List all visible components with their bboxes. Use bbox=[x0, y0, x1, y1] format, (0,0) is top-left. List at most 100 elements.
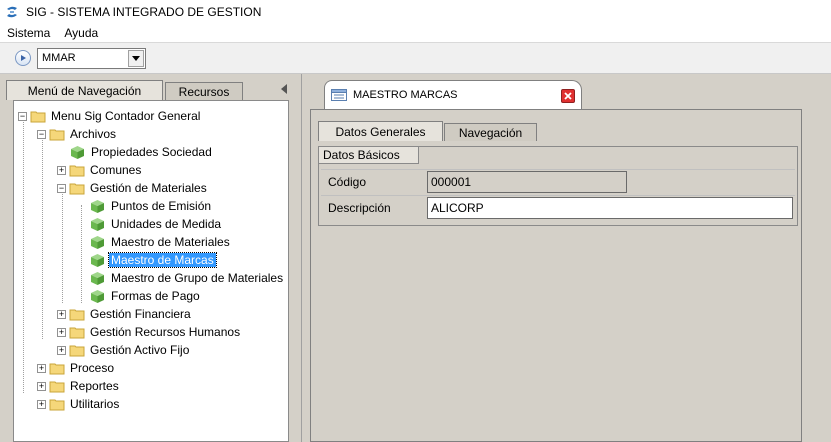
tree-label: Archivos bbox=[70, 127, 117, 141]
tree-node-utilitarios[interactable]: + Utilitarios bbox=[37, 395, 121, 413]
tree-label-selected: Maestro de Marcas bbox=[108, 252, 217, 268]
window-title: SIG - SISTEMA INTEGRADO DE GESTION bbox=[26, 4, 262, 19]
tree-label: Reportes bbox=[70, 379, 119, 393]
tree-label: Formas de Pago bbox=[111, 289, 200, 303]
navigation-tree[interactable]: − Menu Sig Contador General − Archivos P… bbox=[13, 100, 289, 442]
folder-icon bbox=[49, 399, 65, 410]
chevron-down-icon bbox=[132, 55, 140, 61]
tree-node-comunes[interactable]: + Comunes bbox=[57, 161, 143, 179]
tree-line bbox=[81, 205, 82, 303]
document-content: Datos Generales Navegación Datos Básicos… bbox=[310, 109, 802, 442]
tree-label: Propiedades Sociedad bbox=[91, 145, 212, 159]
cube-icon bbox=[71, 145, 84, 159]
expand-icon[interactable]: + bbox=[57, 165, 66, 175]
tree-line bbox=[23, 115, 24, 393]
document-tab-title: MAESTRO MARCAS bbox=[353, 89, 458, 101]
close-tab-button[interactable] bbox=[561, 89, 575, 103]
cube-icon bbox=[91, 271, 104, 285]
combo-dropdown-button[interactable] bbox=[128, 49, 144, 67]
folder-icon bbox=[49, 363, 65, 374]
menu-ayuda[interactable]: Ayuda bbox=[57, 26, 105, 40]
collapse-icon[interactable]: − bbox=[18, 111, 27, 121]
code-field[interactable]: 000001 bbox=[427, 171, 627, 193]
form-icon bbox=[331, 89, 347, 101]
tree-node-maestro-materiales[interactable]: Maestro de Materiales bbox=[90, 233, 232, 251]
tree-node-reportes[interactable]: + Reportes bbox=[37, 377, 121, 395]
folder-open-icon bbox=[30, 111, 46, 122]
tab-datos-generales[interactable]: Datos Generales bbox=[318, 121, 443, 141]
tree-node-proceso[interactable]: + Proceso bbox=[37, 359, 116, 377]
expand-icon[interactable]: + bbox=[57, 327, 66, 337]
tree-label: Proceso bbox=[70, 361, 115, 375]
datos-basicos-group: Datos Básicos Código 000001 Descripción … bbox=[318, 146, 798, 226]
folder-icon bbox=[69, 165, 85, 176]
tree-node-gestion-rrhh[interactable]: + Gestión Recursos Humanos bbox=[57, 323, 242, 341]
collapse-panel-icon[interactable] bbox=[281, 84, 287, 94]
tree-label: Gestión Recursos Humanos bbox=[90, 325, 241, 339]
tree-node-archivos[interactable]: − Archivos bbox=[37, 125, 118, 143]
expand-icon[interactable]: + bbox=[37, 363, 46, 373]
cube-icon bbox=[91, 289, 104, 303]
tab-recursos[interactable]: Recursos bbox=[165, 82, 243, 100]
tree-label: Puntos de Emisión bbox=[111, 199, 212, 213]
tree-label: Menu Sig Contador General bbox=[51, 109, 201, 123]
tree-node-maestro-marcas[interactable]: Maestro de Marcas bbox=[90, 251, 217, 269]
description-row: Descripción ALICORP bbox=[321, 195, 795, 219]
folder-icon bbox=[69, 327, 85, 338]
collapse-icon[interactable]: − bbox=[57, 183, 66, 193]
module-combo-value: MMAR bbox=[42, 52, 76, 64]
folder-open-icon bbox=[49, 129, 65, 140]
folder-icon bbox=[69, 345, 85, 356]
tab-menu-navegacion[interactable]: Menú de Navegación bbox=[6, 80, 163, 100]
left-panel: Menú de Navegación Recursos − Menu Sig C… bbox=[0, 74, 297, 442]
tree-label: Gestión Financiera bbox=[90, 307, 191, 321]
tree-node-gestion-materiales[interactable]: − Gestión de Materiales bbox=[57, 179, 209, 197]
tree-label: Gestión Activo Fijo bbox=[90, 343, 190, 357]
expand-icon[interactable]: + bbox=[57, 309, 66, 319]
tree-node-gestion-activo-fijo[interactable]: + Gestión Activo Fijo bbox=[57, 341, 191, 359]
collapse-icon[interactable]: − bbox=[37, 129, 46, 139]
module-combo[interactable]: MMAR bbox=[37, 47, 146, 69]
close-icon bbox=[564, 92, 572, 100]
cube-icon bbox=[91, 199, 104, 213]
tree-node-propiedades-sociedad[interactable]: Propiedades Sociedad bbox=[70, 143, 214, 161]
play-arrow-icon bbox=[21, 55, 26, 61]
description-label: Descripción bbox=[328, 201, 391, 215]
tree-label: Maestro de Materiales bbox=[111, 235, 230, 249]
tree-line bbox=[62, 187, 63, 303]
tree-node-unidades-medida[interactable]: Unidades de Medida bbox=[90, 215, 223, 233]
tree-label: Comunes bbox=[90, 163, 142, 177]
folder-open-icon bbox=[69, 183, 85, 194]
tree-node-puntos-emision[interactable]: Puntos de Emisión bbox=[90, 197, 213, 215]
description-field[interactable]: ALICORP bbox=[427, 197, 793, 219]
code-label: Código bbox=[328, 175, 367, 189]
code-row: Código 000001 bbox=[321, 169, 795, 193]
tree-label: Unidades de Medida bbox=[111, 217, 222, 231]
cube-icon bbox=[91, 235, 104, 249]
tree-node-gestion-financiera[interactable]: + Gestión Financiera bbox=[57, 305, 193, 323]
cube-icon bbox=[91, 253, 104, 267]
tree-label: Gestión de Materiales bbox=[90, 181, 207, 195]
expand-icon[interactable]: + bbox=[57, 345, 66, 355]
expand-icon[interactable]: + bbox=[37, 399, 46, 409]
menu-sistema[interactable]: Sistema bbox=[0, 26, 57, 40]
tree-node-maestro-grupo-materiales[interactable]: Maestro de Grupo de Materiales bbox=[90, 269, 285, 287]
group-title: Datos Básicos bbox=[319, 147, 419, 164]
menu-bar: Sistema Ayuda bbox=[0, 23, 831, 43]
title-bar: SIG - SISTEMA INTEGRADO DE GESTION bbox=[0, 0, 831, 23]
tree-node-root[interactable]: − Menu Sig Contador General bbox=[18, 107, 202, 125]
folder-icon bbox=[69, 309, 85, 320]
toolbar: MMAR bbox=[0, 43, 831, 74]
tree-line bbox=[42, 133, 43, 339]
tree-label: Maestro de Grupo de Materiales bbox=[111, 271, 284, 285]
folder-icon bbox=[49, 381, 65, 392]
cube-icon bbox=[91, 217, 104, 231]
document-panel: MAESTRO MARCAS Datos Generales Navegació… bbox=[301, 74, 831, 442]
expand-icon[interactable]: + bbox=[37, 381, 46, 391]
sig-logo-icon bbox=[7, 6, 17, 17]
tab-navegacion[interactable]: Navegación bbox=[444, 123, 537, 141]
tree-node-formas-pago[interactable]: Formas de Pago bbox=[90, 287, 202, 305]
tree-label: Utilitarios bbox=[70, 397, 120, 411]
go-button[interactable] bbox=[15, 50, 31, 66]
document-tab[interactable]: MAESTRO MARCAS bbox=[324, 80, 582, 109]
